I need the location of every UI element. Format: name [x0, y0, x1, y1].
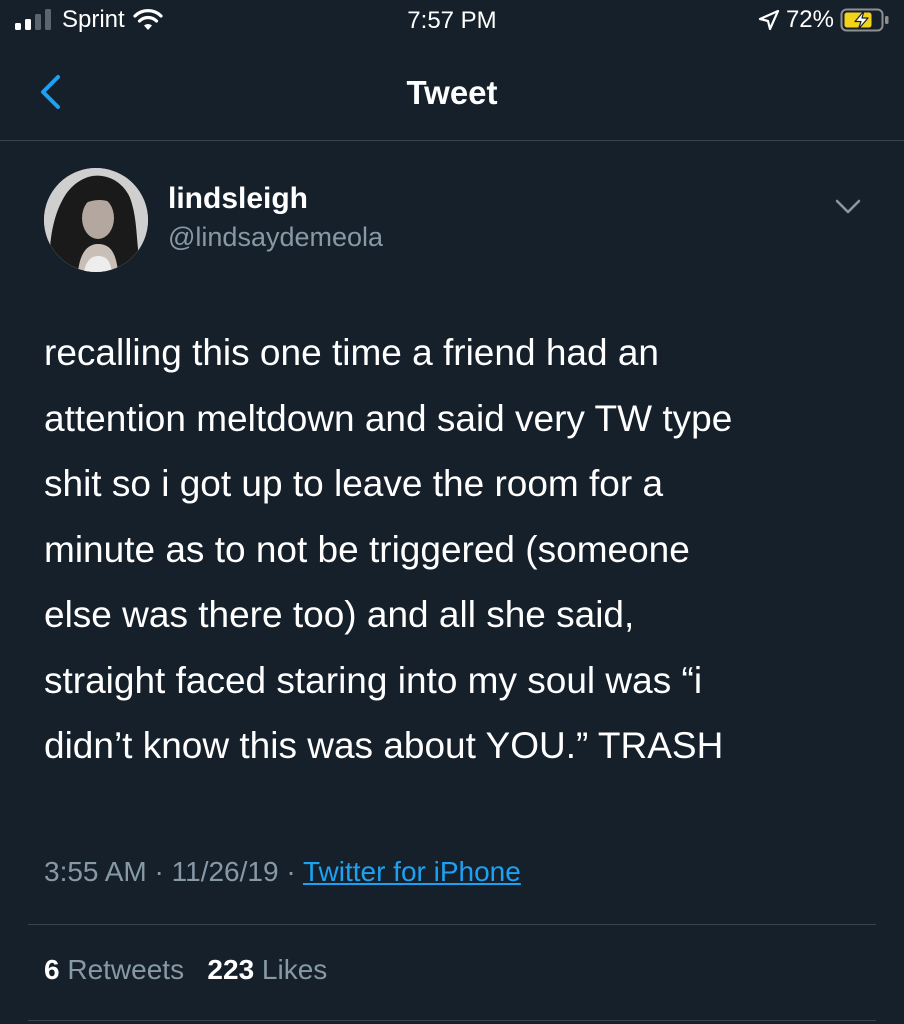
- tweet-time: 3:55 AM: [44, 856, 147, 887]
- like-label: Likes: [261, 954, 328, 985]
- chevron-left-icon: [41, 75, 60, 109]
- retweet-count: 6: [44, 954, 60, 985]
- status-bar-right: 72%: [758, 6, 890, 34]
- location-arrow-icon: [758, 9, 780, 31]
- likes-stat[interactable]: 223 Likes: [207, 954, 327, 985]
- tweet-header: lindsleigh @lindsaydemeola: [0, 160, 904, 280]
- battery-percent: 72%: [785, 6, 834, 33]
- status-bar: Sprint 7:57 PM 72%: [0, 0, 904, 44]
- page-title: Tweet: [406, 74, 498, 111]
- divider: [28, 1020, 876, 1021]
- retweets-stat[interactable]: 6 Retweets: [44, 954, 184, 985]
- battery-charging-icon: [840, 8, 889, 32]
- tweet-date: 11/26/19: [171, 856, 279, 887]
- back-button[interactable]: [28, 68, 76, 116]
- tweet-stats: 6 Retweets 223 Likes: [44, 954, 327, 986]
- retweet-label: Retweets: [67, 954, 185, 985]
- nav-bar: Tweet: [0, 44, 904, 141]
- display-name[interactable]: lindsleigh: [168, 182, 308, 216]
- tweet-text: recalling this one time a friend had an …: [44, 332, 733, 766]
- divider: [28, 924, 876, 925]
- like-count: 223: [207, 954, 255, 985]
- tweet-metadata: 3:55 AM · 11/26/19 · Twitter for iPhone: [44, 856, 521, 888]
- meta-separator: ·: [286, 856, 296, 887]
- tweet-source-link[interactable]: Twitter for iPhone: [303, 856, 521, 887]
- meta-separator: ·: [154, 856, 164, 887]
- profile-photo: [44, 168, 148, 272]
- user-handle[interactable]: @lindsaydemeola: [168, 222, 383, 253]
- tweet-options-button[interactable]: [832, 190, 864, 222]
- avatar[interactable]: [44, 168, 148, 272]
- chevron-down-icon: [835, 199, 861, 214]
